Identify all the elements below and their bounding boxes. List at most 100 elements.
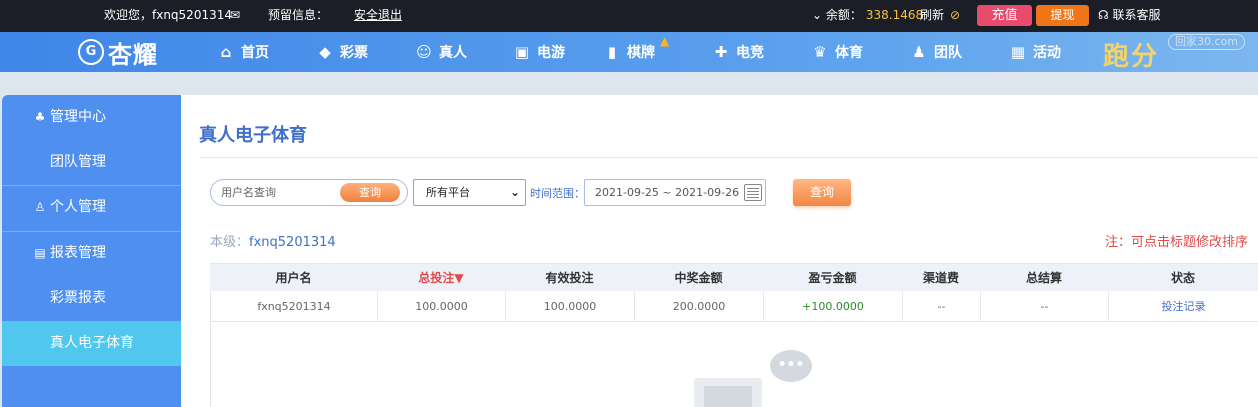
cell-winnings: 200.0000	[635, 291, 764, 321]
customer-service-label: 联系客服	[1112, 8, 1161, 22]
sidebar-item-live-electronic-sports[interactable]: 真人电子体育	[2, 321, 181, 366]
nav-item-home[interactable]: ⌂ 首页	[217, 32, 269, 72]
withdraw-button[interactable]: 提现	[1036, 5, 1089, 26]
title-divider	[199, 157, 1258, 158]
welcome-text: 欢迎您，fxnq5201314	[104, 8, 232, 22]
nav-item-label: 体育	[835, 45, 863, 61]
column-header-username[interactable]: 用户名	[210, 264, 377, 291]
main-panel: 真人电子体育 查询 所有平台 ⌄ 时间范围： 2021-09-25 ~ 2021…	[181, 95, 1258, 407]
nav-item-live[interactable]: ☺ 真人	[415, 32, 467, 72]
home-icon: ⌂	[220, 43, 232, 61]
level-label: 本级：	[210, 235, 250, 250]
column-header-status[interactable]: 状态	[1108, 264, 1258, 291]
sidebar-item-label: 报表管理	[50, 245, 106, 261]
nav-item-label: 首页	[241, 45, 269, 61]
sidebar-item-label: 团队管理	[50, 154, 106, 170]
sidebar-item-personal-management[interactable]: ♙ 个人管理	[2, 185, 181, 230]
nav-item-label: 活动	[1033, 45, 1061, 61]
arcade-icon: ▣	[514, 43, 530, 61]
date-range-field[interactable]: 2021-09-25 ~ 2021-09-26	[584, 179, 766, 206]
nav-item-label: 棋牌	[627, 45, 655, 61]
nav-item-label: 电竞	[736, 45, 764, 61]
empty-state: •••	[210, 322, 1258, 407]
nav-item-label: 彩票	[340, 45, 368, 61]
site-logo[interactable]: G 杏耀	[78, 35, 158, 69]
column-header-valid-bet[interactable]: 有效投注	[505, 264, 634, 291]
nav-item-label: 团队	[934, 45, 962, 61]
reserved-message-label: 预留信息：	[268, 8, 329, 22]
user-icon: ♙	[34, 200, 46, 214]
sort-note: 注：可点击标题修改排序	[1104, 235, 1248, 250]
watermark: 回家30.com	[1168, 34, 1245, 50]
platform-select[interactable]: 所有平台 ⌄	[413, 179, 526, 206]
headset-icon: ☊	[1098, 8, 1109, 22]
nav-item-esports[interactable]: ✚ 电竞	[712, 32, 764, 72]
cell-total-bet: 100.0000	[378, 291, 506, 321]
column-header-total-settlement[interactable]: 总结算	[980, 264, 1108, 291]
cell-valid-bet: 100.0000	[506, 291, 635, 321]
search-input[interactable]	[221, 183, 331, 202]
empty-box-icon	[694, 378, 762, 407]
date-range-value: 2021-09-25 ~ 2021-09-26	[595, 186, 740, 199]
nav-item-activities[interactable]: ▦ 活动	[1009, 32, 1061, 72]
report-table: 用户名 总投注▼ 有效投注 中奖金额 盈亏金额 渠道费 总结算 状态 fxnq5…	[210, 263, 1258, 322]
sidebar-item-label: 彩票报表	[50, 290, 106, 306]
report-icon: ▤	[34, 246, 46, 260]
sidebar-item-label: 个人管理	[50, 199, 106, 215]
chat-bubble-icon: •••	[770, 350, 812, 382]
logo-badge-icon: G	[78, 39, 104, 65]
customer-service-link[interactable]: ☊ 联系客服	[1098, 0, 1161, 32]
sidebar: ♣ 管理中心 团队管理 ♙ 个人管理 ▤ 报表管理 彩票报表 真人电子体育	[2, 95, 181, 407]
ticket-icon: ◆	[319, 43, 331, 61]
nav-item-sports[interactable]: ♛ 体育	[811, 32, 863, 72]
logout-link[interactable]: 安全退出	[354, 0, 402, 32]
level-user-link[interactable]: fxnq5201314	[249, 235, 336, 250]
sidebar-item-management-center[interactable]: ♣ 管理中心	[2, 95, 181, 140]
gamepad-icon: ✚	[714, 43, 728, 61]
deposit-button[interactable]: 充值	[977, 5, 1032, 26]
sidebar-item-report-management[interactable]: ▤ 报表管理	[2, 231, 181, 276]
eye-hidden-icon[interactable]: ⊘	[950, 8, 960, 22]
cell-channel-fee: --	[903, 291, 981, 321]
bet-records-link[interactable]: 投注记录	[1109, 291, 1258, 321]
balance-value: 338.1468	[865, 8, 924, 22]
chevron-down-icon: ⌄	[509, 185, 520, 199]
column-header-profit-loss[interactable]: 盈亏金额	[763, 264, 902, 291]
column-header-total-bet[interactable]: 总投注▼	[377, 264, 505, 291]
table-row: fxnq5201314 100.0000 100.0000 200.0000 +…	[210, 291, 1258, 322]
promo-banner[interactable]: 跑分	[1103, 36, 1159, 73]
team-icon: ♟	[912, 43, 926, 61]
search-button[interactable]: 查询	[340, 183, 400, 202]
nav-item-label: 电游	[537, 45, 565, 61]
nav-item-lottery[interactable]: ◆ 彩票	[316, 32, 368, 72]
balance: ⌄ 余额： 338.1468	[812, 0, 923, 32]
time-range-label: 时间范围：	[530, 187, 585, 200]
cell-username: fxnq5201314	[211, 291, 378, 321]
nav-item-team[interactable]: ♟ 团队	[910, 32, 962, 72]
mail-icon[interactable]: ✉	[230, 0, 240, 32]
sidebar-item-lottery-report[interactable]: 彩票报表	[2, 276, 181, 321]
cell-total-settlement: --	[981, 291, 1109, 321]
sidebar-item-team-management[interactable]: 团队管理	[2, 140, 181, 185]
column-header-channel-fee[interactable]: 渠道费	[902, 264, 980, 291]
nav-item-cards[interactable]: ▮ 棋牌	[603, 32, 655, 72]
sidebar-item-label: 真人电子体育	[50, 335, 134, 351]
query-button[interactable]: 查询	[793, 179, 851, 206]
column-header-winnings[interactable]: 中奖金额	[634, 264, 763, 291]
trophy-icon: ♛	[813, 43, 827, 61]
cards-icon: ▮	[607, 43, 617, 61]
logo-name: 杏耀	[108, 40, 158, 69]
table-header: 用户名 总投注▼ 有效投注 中奖金额 盈亏金额 渠道费 总结算 状态	[210, 263, 1258, 291]
calendar-icon[interactable]	[744, 184, 762, 201]
hot-flame-icon: ▲	[660, 34, 670, 48]
top-bar: 欢迎您，fxnq5201314 ✉ 预留信息： 安全退出 ⌄ 余额： 338.14…	[0, 0, 1258, 32]
nav-item-label: 真人	[439, 45, 467, 61]
main-nav: G 杏耀 ⌂ 首页 ◆ 彩票 ☺ 真人 ▣ 电游 ▮ 棋牌 ▲ ✚ 电竞 ♛ 体育 ♟ 团队 ▦…	[0, 32, 1258, 72]
refresh-button[interactable]: 刷新 ⊘	[920, 0, 960, 32]
chevron-down-icon[interactable]: ⌄	[812, 8, 822, 22]
refresh-label: 刷新	[920, 8, 945, 22]
nav-item-arcade[interactable]: ▣ 电游	[513, 32, 565, 72]
platform-select-value: 所有平台	[426, 186, 470, 199]
group-icon: ♣	[34, 110, 46, 124]
current-level: 本级：fxnq5201314	[210, 231, 336, 250]
